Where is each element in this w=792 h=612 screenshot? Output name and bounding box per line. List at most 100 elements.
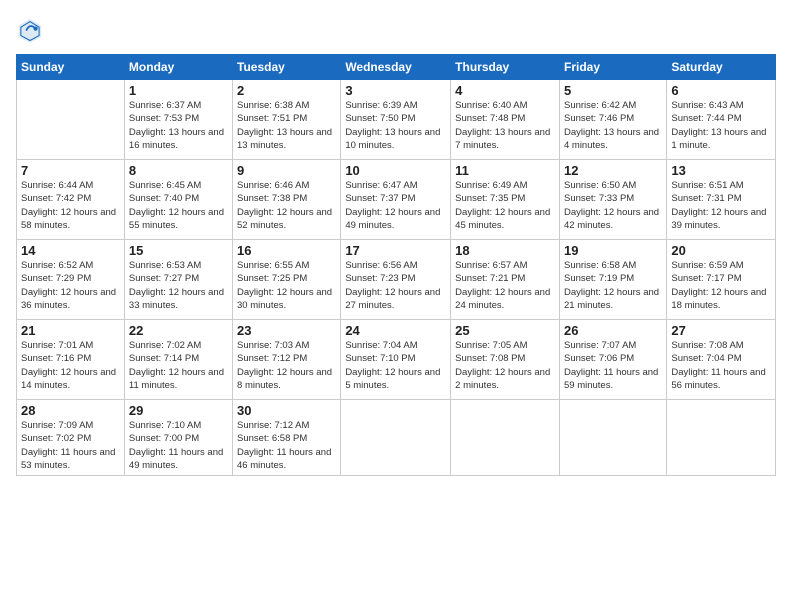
day-number: 21 — [21, 323, 120, 338]
calendar-cell: 22Sunrise: 7:02 AMSunset: 7:14 PMDayligh… — [124, 320, 232, 400]
day-number: 12 — [564, 163, 662, 178]
day-number: 18 — [455, 243, 555, 258]
calendar-week-row: 28Sunrise: 7:09 AMSunset: 7:02 PMDayligh… — [17, 400, 776, 476]
day-number: 11 — [455, 163, 555, 178]
day-info: Sunrise: 6:56 AMSunset: 7:23 PMDaylight:… — [345, 259, 446, 312]
day-info: Sunrise: 7:01 AMSunset: 7:16 PMDaylight:… — [21, 339, 120, 392]
calendar-cell: 4Sunrise: 6:40 AMSunset: 7:48 PMDaylight… — [451, 80, 560, 160]
day-info: Sunrise: 7:02 AMSunset: 7:14 PMDaylight:… — [129, 339, 228, 392]
calendar-cell: 16Sunrise: 6:55 AMSunset: 7:25 PMDayligh… — [233, 240, 341, 320]
day-info: Sunrise: 7:12 AMSunset: 6:58 PMDaylight:… — [237, 419, 336, 472]
calendar-cell: 18Sunrise: 6:57 AMSunset: 7:21 PMDayligh… — [451, 240, 560, 320]
calendar-cell — [667, 400, 776, 476]
day-info: Sunrise: 7:05 AMSunset: 7:08 PMDaylight:… — [455, 339, 555, 392]
calendar-cell — [17, 80, 125, 160]
calendar-week-row: 21Sunrise: 7:01 AMSunset: 7:16 PMDayligh… — [17, 320, 776, 400]
weekday-header-thursday: Thursday — [451, 55, 560, 80]
day-info: Sunrise: 6:40 AMSunset: 7:48 PMDaylight:… — [455, 99, 555, 152]
day-number: 17 — [345, 243, 446, 258]
calendar-cell: 25Sunrise: 7:05 AMSunset: 7:08 PMDayligh… — [451, 320, 560, 400]
day-info: Sunrise: 6:53 AMSunset: 7:27 PMDaylight:… — [129, 259, 228, 312]
calendar-cell: 28Sunrise: 7:09 AMSunset: 7:02 PMDayligh… — [17, 400, 125, 476]
day-info: Sunrise: 6:45 AMSunset: 7:40 PMDaylight:… — [129, 179, 228, 232]
calendar-cell: 17Sunrise: 6:56 AMSunset: 7:23 PMDayligh… — [341, 240, 451, 320]
calendar-cell: 9Sunrise: 6:46 AMSunset: 7:38 PMDaylight… — [233, 160, 341, 240]
day-number: 25 — [455, 323, 555, 338]
day-number: 29 — [129, 403, 228, 418]
day-number: 30 — [237, 403, 336, 418]
calendar-cell: 5Sunrise: 6:42 AMSunset: 7:46 PMDaylight… — [559, 80, 666, 160]
day-number: 22 — [129, 323, 228, 338]
weekday-header-tuesday: Tuesday — [233, 55, 341, 80]
day-info: Sunrise: 7:10 AMSunset: 7:00 PMDaylight:… — [129, 419, 228, 472]
calendar-cell: 13Sunrise: 6:51 AMSunset: 7:31 PMDayligh… — [667, 160, 776, 240]
calendar-cell: 2Sunrise: 6:38 AMSunset: 7:51 PMDaylight… — [233, 80, 341, 160]
logo-icon — [16, 16, 44, 44]
day-number: 3 — [345, 83, 446, 98]
day-number: 20 — [671, 243, 771, 258]
day-number: 24 — [345, 323, 446, 338]
day-info: Sunrise: 7:04 AMSunset: 7:10 PMDaylight:… — [345, 339, 446, 392]
calendar-cell: 10Sunrise: 6:47 AMSunset: 7:37 PMDayligh… — [341, 160, 451, 240]
day-info: Sunrise: 6:47 AMSunset: 7:37 PMDaylight:… — [345, 179, 446, 232]
day-number: 5 — [564, 83, 662, 98]
day-info: Sunrise: 6:51 AMSunset: 7:31 PMDaylight:… — [671, 179, 771, 232]
calendar-cell — [341, 400, 451, 476]
calendar-cell: 29Sunrise: 7:10 AMSunset: 7:00 PMDayligh… — [124, 400, 232, 476]
day-number: 14 — [21, 243, 120, 258]
calendar-cell: 24Sunrise: 7:04 AMSunset: 7:10 PMDayligh… — [341, 320, 451, 400]
day-info: Sunrise: 6:38 AMSunset: 7:51 PMDaylight:… — [237, 99, 336, 152]
weekday-header-friday: Friday — [559, 55, 666, 80]
day-info: Sunrise: 6:39 AMSunset: 7:50 PMDaylight:… — [345, 99, 446, 152]
day-number: 15 — [129, 243, 228, 258]
day-number: 7 — [21, 163, 120, 178]
day-info: Sunrise: 7:07 AMSunset: 7:06 PMDaylight:… — [564, 339, 662, 392]
day-info: Sunrise: 6:46 AMSunset: 7:38 PMDaylight:… — [237, 179, 336, 232]
day-number: 23 — [237, 323, 336, 338]
day-info: Sunrise: 7:03 AMSunset: 7:12 PMDaylight:… — [237, 339, 336, 392]
calendar-cell: 19Sunrise: 6:58 AMSunset: 7:19 PMDayligh… — [559, 240, 666, 320]
day-number: 8 — [129, 163, 228, 178]
day-info: Sunrise: 7:08 AMSunset: 7:04 PMDaylight:… — [671, 339, 771, 392]
calendar-cell: 23Sunrise: 7:03 AMSunset: 7:12 PMDayligh… — [233, 320, 341, 400]
day-info: Sunrise: 6:58 AMSunset: 7:19 PMDaylight:… — [564, 259, 662, 312]
day-number: 6 — [671, 83, 771, 98]
day-info: Sunrise: 6:37 AMSunset: 7:53 PMDaylight:… — [129, 99, 228, 152]
day-number: 4 — [455, 83, 555, 98]
day-number: 16 — [237, 243, 336, 258]
calendar-table: SundayMondayTuesdayWednesdayThursdayFrid… — [16, 54, 776, 476]
day-info: Sunrise: 6:55 AMSunset: 7:25 PMDaylight:… — [237, 259, 336, 312]
day-number: 28 — [21, 403, 120, 418]
calendar-cell: 3Sunrise: 6:39 AMSunset: 7:50 PMDaylight… — [341, 80, 451, 160]
calendar-cell: 15Sunrise: 6:53 AMSunset: 7:27 PMDayligh… — [124, 240, 232, 320]
day-number: 26 — [564, 323, 662, 338]
calendar-cell: 7Sunrise: 6:44 AMSunset: 7:42 PMDaylight… — [17, 160, 125, 240]
weekday-header-wednesday: Wednesday — [341, 55, 451, 80]
weekday-header-monday: Monday — [124, 55, 232, 80]
weekday-header-row: SundayMondayTuesdayWednesdayThursdayFrid… — [17, 55, 776, 80]
calendar-cell — [559, 400, 666, 476]
day-number: 19 — [564, 243, 662, 258]
calendar-cell: 1Sunrise: 6:37 AMSunset: 7:53 PMDaylight… — [124, 80, 232, 160]
calendar-cell: 12Sunrise: 6:50 AMSunset: 7:33 PMDayligh… — [559, 160, 666, 240]
day-number: 2 — [237, 83, 336, 98]
weekday-header-saturday: Saturday — [667, 55, 776, 80]
calendar-cell: 11Sunrise: 6:49 AMSunset: 7:35 PMDayligh… — [451, 160, 560, 240]
day-info: Sunrise: 6:52 AMSunset: 7:29 PMDaylight:… — [21, 259, 120, 312]
page: SundayMondayTuesdayWednesdayThursdayFrid… — [0, 0, 792, 612]
day-info: Sunrise: 6:59 AMSunset: 7:17 PMDaylight:… — [671, 259, 771, 312]
calendar-cell: 21Sunrise: 7:01 AMSunset: 7:16 PMDayligh… — [17, 320, 125, 400]
header — [16, 16, 776, 44]
logo — [16, 16, 46, 44]
calendar-cell: 8Sunrise: 6:45 AMSunset: 7:40 PMDaylight… — [124, 160, 232, 240]
day-info: Sunrise: 6:44 AMSunset: 7:42 PMDaylight:… — [21, 179, 120, 232]
day-number: 10 — [345, 163, 446, 178]
calendar-cell: 30Sunrise: 7:12 AMSunset: 6:58 PMDayligh… — [233, 400, 341, 476]
calendar-cell: 14Sunrise: 6:52 AMSunset: 7:29 PMDayligh… — [17, 240, 125, 320]
calendar-cell: 26Sunrise: 7:07 AMSunset: 7:06 PMDayligh… — [559, 320, 666, 400]
day-info: Sunrise: 6:57 AMSunset: 7:21 PMDaylight:… — [455, 259, 555, 312]
day-info: Sunrise: 6:43 AMSunset: 7:44 PMDaylight:… — [671, 99, 771, 152]
day-info: Sunrise: 7:09 AMSunset: 7:02 PMDaylight:… — [21, 419, 120, 472]
calendar-cell: 6Sunrise: 6:43 AMSunset: 7:44 PMDaylight… — [667, 80, 776, 160]
calendar-cell — [451, 400, 560, 476]
